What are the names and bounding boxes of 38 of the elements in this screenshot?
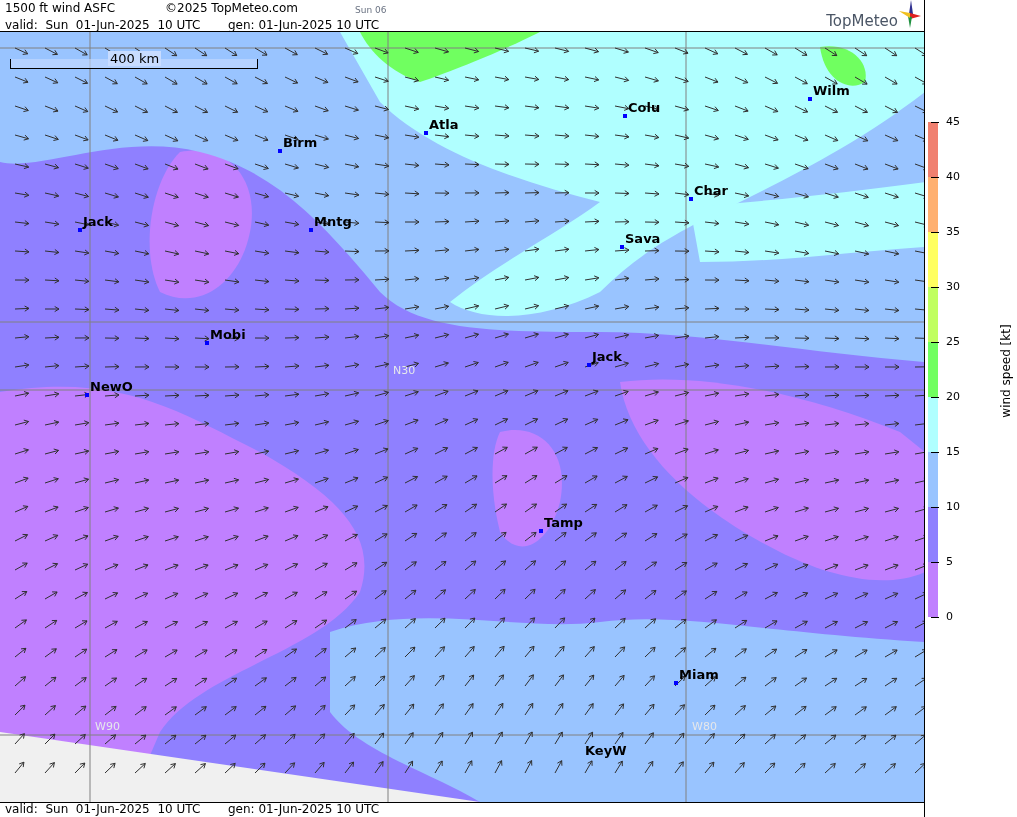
city-label: Char (694, 183, 728, 198)
legend-title: wind speed [kt] (999, 323, 1013, 420)
city-label: Colu (628, 100, 661, 115)
scale-label: 400 km (108, 51, 162, 66)
city-label: Birm (283, 135, 318, 150)
legend-tick-label: 10 (946, 501, 960, 513)
city-label: Miam (679, 667, 719, 682)
legend-tick-label: 40 (946, 171, 960, 183)
valid-time: valid: Sun 01-Jun-2025 10 UTC (5, 18, 202, 33)
valid-time: valid: Sun 01-Jun-2025 10 UTC (5, 803, 202, 817)
map-title: 1500 ft wind ASFC (5, 1, 117, 17)
city-label: Jack (83, 214, 113, 229)
legend-tick-label: 45 (946, 116, 960, 128)
copyright-text: ©2025 TopMeteo.com (165, 1, 299, 17)
legend-tick-label: 5 (946, 556, 953, 568)
legend-tick-label: 20 (946, 391, 960, 403)
city-label: Atla (429, 117, 459, 132)
grid-coordinate-label: N30 (393, 365, 416, 377)
legend-tick-label: 25 (946, 336, 960, 348)
generated-time: gen: 01-Jun-2025 10 UTC (228, 803, 380, 817)
legend-tick-label: 30 (946, 281, 960, 293)
city-label: NewO (90, 379, 133, 394)
legend-tick-label: 0 (946, 611, 953, 623)
grid-coordinate-label: W90 (95, 721, 120, 733)
city-label: Mobi (210, 327, 246, 342)
legend-tick-label: 35 (946, 226, 960, 238)
logo-text: TopMeteo (826, 12, 898, 30)
grid-coordinate-label: W80 (692, 721, 717, 733)
city-label: KeyW (585, 743, 627, 758)
city-label: Jack (592, 349, 622, 364)
city-label: Mntg (314, 214, 352, 229)
city-label: Tamp (544, 515, 583, 530)
run-label: Sun 06 (355, 4, 387, 17)
city-label: Sava (625, 231, 661, 246)
legend-tick-label: 15 (946, 446, 960, 458)
compass-star-icon (899, 0, 921, 28)
city-label: Wilm (813, 83, 850, 98)
generated-time: gen: 01-Jun-2025 10 UTC (228, 18, 380, 33)
